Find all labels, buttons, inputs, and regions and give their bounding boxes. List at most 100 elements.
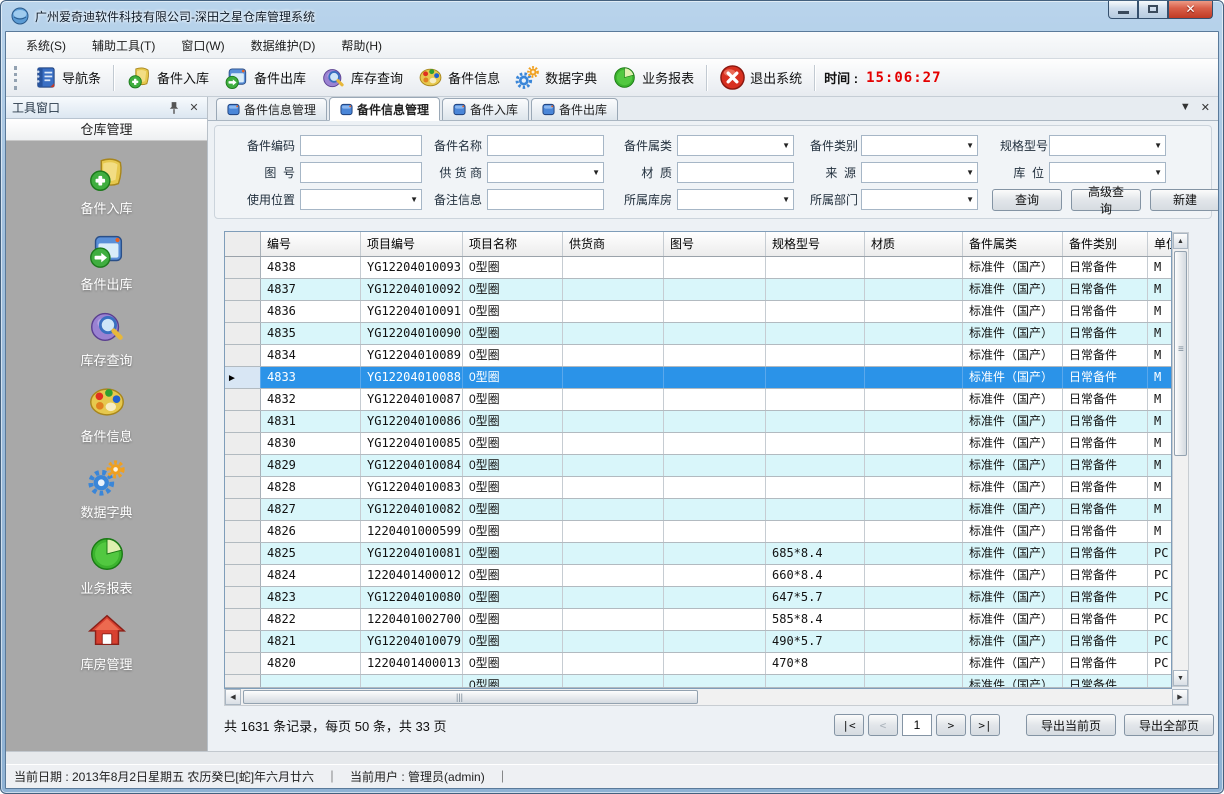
- table-row[interactable]: 4828YG122040100830型圈标准件（国产）日常备件M: [225, 477, 1171, 499]
- sidebar-item-data-dict[interactable]: 数据字典: [6, 457, 207, 521]
- column-header-6[interactable]: 材质: [865, 232, 963, 256]
- table-row[interactable]: ►4833YG122040100880型圈标准件（国产）日常备件M: [225, 367, 1171, 389]
- search-select-r0c4[interactable]: ▼: [1049, 135, 1166, 156]
- table-row[interactable]: 4827YG122040100820型圈标准件（国产）日常备件M: [225, 499, 1171, 521]
- column-header-8[interactable]: 备件类别: [1063, 232, 1148, 256]
- tab-dropdown-icon[interactable]: ▼: [1180, 101, 1191, 114]
- table-row[interactable]: 4821YG122040100790型圈490*5.7标准件（国产）日常备件PC: [225, 631, 1171, 653]
- menu-item-1[interactable]: 辅助工具(T): [82, 33, 165, 58]
- close-button[interactable]: ✕: [1168, 0, 1213, 19]
- row-selector-cell[interactable]: ►: [225, 367, 261, 388]
- last-page-button[interactable]: >|: [970, 714, 1000, 736]
- column-header-2[interactable]: 项目名称: [463, 232, 563, 256]
- row-selector-cell[interactable]: [225, 477, 261, 498]
- sidebar-close-icon[interactable]: ✕: [187, 101, 201, 115]
- row-selector-cell[interactable]: [225, 675, 261, 687]
- row-selector-cell[interactable]: [225, 411, 261, 432]
- search-select-r2c2[interactable]: ▼: [677, 189, 794, 210]
- table-row[interactable]: 4835YG122040100900型圈标准件（国产）日常备件M: [225, 323, 1171, 345]
- vertical-scrollbar[interactable]: ▲ ▼: [1172, 232, 1189, 687]
- toolbar-navigator-button[interactable]: 导航条: [24, 61, 108, 94]
- row-selector-cell[interactable]: [225, 455, 261, 476]
- table-row[interactable]: 4823YG122040100800型圈647*5.7标准件（国产）日常备件PC: [225, 587, 1171, 609]
- page-number-input[interactable]: [902, 714, 932, 736]
- row-selector-cell[interactable]: [225, 631, 261, 652]
- sidebar-item-parts-out[interactable]: 备件出库: [6, 229, 207, 293]
- menu-item-3[interactable]: 数据维护(D): [241, 33, 326, 58]
- toolbar-data-dict-button[interactable]: 数据字典: [507, 61, 604, 94]
- toolbar-parts-in-button[interactable]: 备件入库: [119, 61, 216, 94]
- advanced-query-button[interactable]: 高级查询: [1071, 189, 1141, 211]
- toolbar-report-button[interactable]: 业务报表: [604, 61, 701, 94]
- tab-0[interactable]: 备件信息管理: [216, 98, 327, 120]
- row-selector-cell[interactable]: [225, 323, 261, 344]
- column-header-0[interactable]: 编号: [261, 232, 361, 256]
- search-select-r1c3[interactable]: ▼: [861, 162, 978, 183]
- first-page-button[interactable]: |<: [834, 714, 864, 736]
- maximize-button[interactable]: [1138, 0, 1168, 19]
- table-row[interactable]: 4837YG122040100920型圈标准件（国产）日常备件M: [225, 279, 1171, 301]
- menu-item-0[interactable]: 系统(S): [16, 33, 76, 58]
- horizontal-scroll-thumb[interactable]: [243, 690, 698, 704]
- column-header-5[interactable]: 规格型号: [766, 232, 865, 256]
- column-header-4[interactable]: 图号: [664, 232, 766, 256]
- table-row[interactable]: 4831YG122040100860型圈标准件（国产）日常备件M: [225, 411, 1171, 433]
- tab-close-icon[interactable]: ✕: [1201, 101, 1210, 114]
- search-select-r1c4[interactable]: ▼: [1049, 162, 1166, 183]
- row-selector-cell[interactable]: [225, 587, 261, 608]
- sidebar-item-report[interactable]: 业务报表: [6, 533, 207, 597]
- search-select-r0c3[interactable]: ▼: [861, 135, 978, 156]
- row-selector-header[interactable]: [225, 232, 261, 256]
- row-selector-cell[interactable]: [225, 609, 261, 630]
- toolbar-grip[interactable]: [14, 66, 18, 90]
- table-row[interactable]: 4832YG122040100870型圈标准件（国产）日常备件M: [225, 389, 1171, 411]
- row-selector-cell[interactable]: [225, 279, 261, 300]
- search-select-r0c2[interactable]: ▼: [677, 135, 794, 156]
- menu-item-2[interactable]: 窗口(W): [171, 33, 234, 58]
- export-all-pages-button[interactable]: 导出全部页: [1124, 714, 1214, 736]
- table-row[interactable]: 482212204010027000型圈585*8.4标准件（国产）日常备件PC: [225, 609, 1171, 631]
- search-input-r0c1[interactable]: [487, 135, 604, 156]
- row-selector-cell[interactable]: [225, 345, 261, 366]
- tab-2[interactable]: 备件入库: [442, 98, 529, 120]
- export-current-page-button[interactable]: 导出当前页: [1026, 714, 1116, 736]
- minimize-button[interactable]: [1108, 0, 1138, 19]
- sidebar-item-parts-info[interactable]: 备件信息: [6, 381, 207, 445]
- column-header-3[interactable]: 供货商: [563, 232, 664, 256]
- table-row[interactable]: 4834YG122040100890型圈标准件（国产）日常备件M: [225, 345, 1171, 367]
- search-input-r1c0[interactable]: [300, 162, 422, 183]
- search-input-r2c1[interactable]: [487, 189, 604, 210]
- sidebar-item-parts-in[interactable]: 备件入库: [6, 153, 207, 217]
- column-header-1[interactable]: 项目编号: [361, 232, 463, 256]
- column-header-9[interactable]: 单位: [1148, 232, 1172, 256]
- new-button[interactable]: 新建: [1150, 189, 1219, 211]
- row-selector-cell[interactable]: [225, 257, 261, 278]
- vertical-scroll-thumb[interactable]: [1174, 251, 1187, 456]
- sidebar-item-warehouse[interactable]: 库房管理: [6, 609, 207, 673]
- table-row[interactable]: 482012204014000130型圈470*8标准件（国产）日常备件PC: [225, 653, 1171, 675]
- table-row[interactable]: 4825YG122040100810型圈685*8.4标准件（国产）日常备件PC: [225, 543, 1171, 565]
- table-row[interactable]: 482412204014000120型圈660*8.4标准件（国产）日常备件PC: [225, 565, 1171, 587]
- tab-1[interactable]: 备件信息管理: [329, 97, 440, 121]
- scroll-right-icon[interactable]: ▶: [1172, 689, 1188, 705]
- scroll-left-icon[interactable]: ◀: [225, 689, 241, 705]
- table-row[interactable]: 4829YG122040100840型圈标准件（国产）日常备件M: [225, 455, 1171, 477]
- pin-icon[interactable]: [167, 101, 181, 115]
- search-select-r1c1[interactable]: ▼: [487, 162, 604, 183]
- horizontal-scrollbar[interactable]: ◀ ▶: [224, 689, 1189, 706]
- table-row[interactable]: 4830YG122040100850型圈标准件（国产）日常备件M: [225, 433, 1171, 455]
- next-page-button[interactable]: >: [936, 714, 966, 736]
- toolbar-stock-query-button[interactable]: 库存查询: [313, 61, 410, 94]
- toolbar-parts-info-button[interactable]: 备件信息: [410, 61, 507, 94]
- search-input-r0c0[interactable]: [300, 135, 422, 156]
- table-row[interactable]: 482612204010005990型圈标准件（国产）日常备件M: [225, 521, 1171, 543]
- tab-3[interactable]: 备件出库: [531, 98, 618, 120]
- prev-page-button[interactable]: <: [868, 714, 898, 736]
- scroll-down-icon[interactable]: ▼: [1173, 670, 1188, 686]
- toolbar-parts-out-button[interactable]: 备件出库: [216, 61, 313, 94]
- row-selector-cell[interactable]: [225, 389, 261, 410]
- row-selector-cell[interactable]: [225, 433, 261, 454]
- search-select-r2c0[interactable]: ▼: [300, 189, 422, 210]
- row-selector-cell[interactable]: [225, 499, 261, 520]
- table-row[interactable]: 4838YG122040100930型圈标准件（国产）日常备件M: [225, 257, 1171, 279]
